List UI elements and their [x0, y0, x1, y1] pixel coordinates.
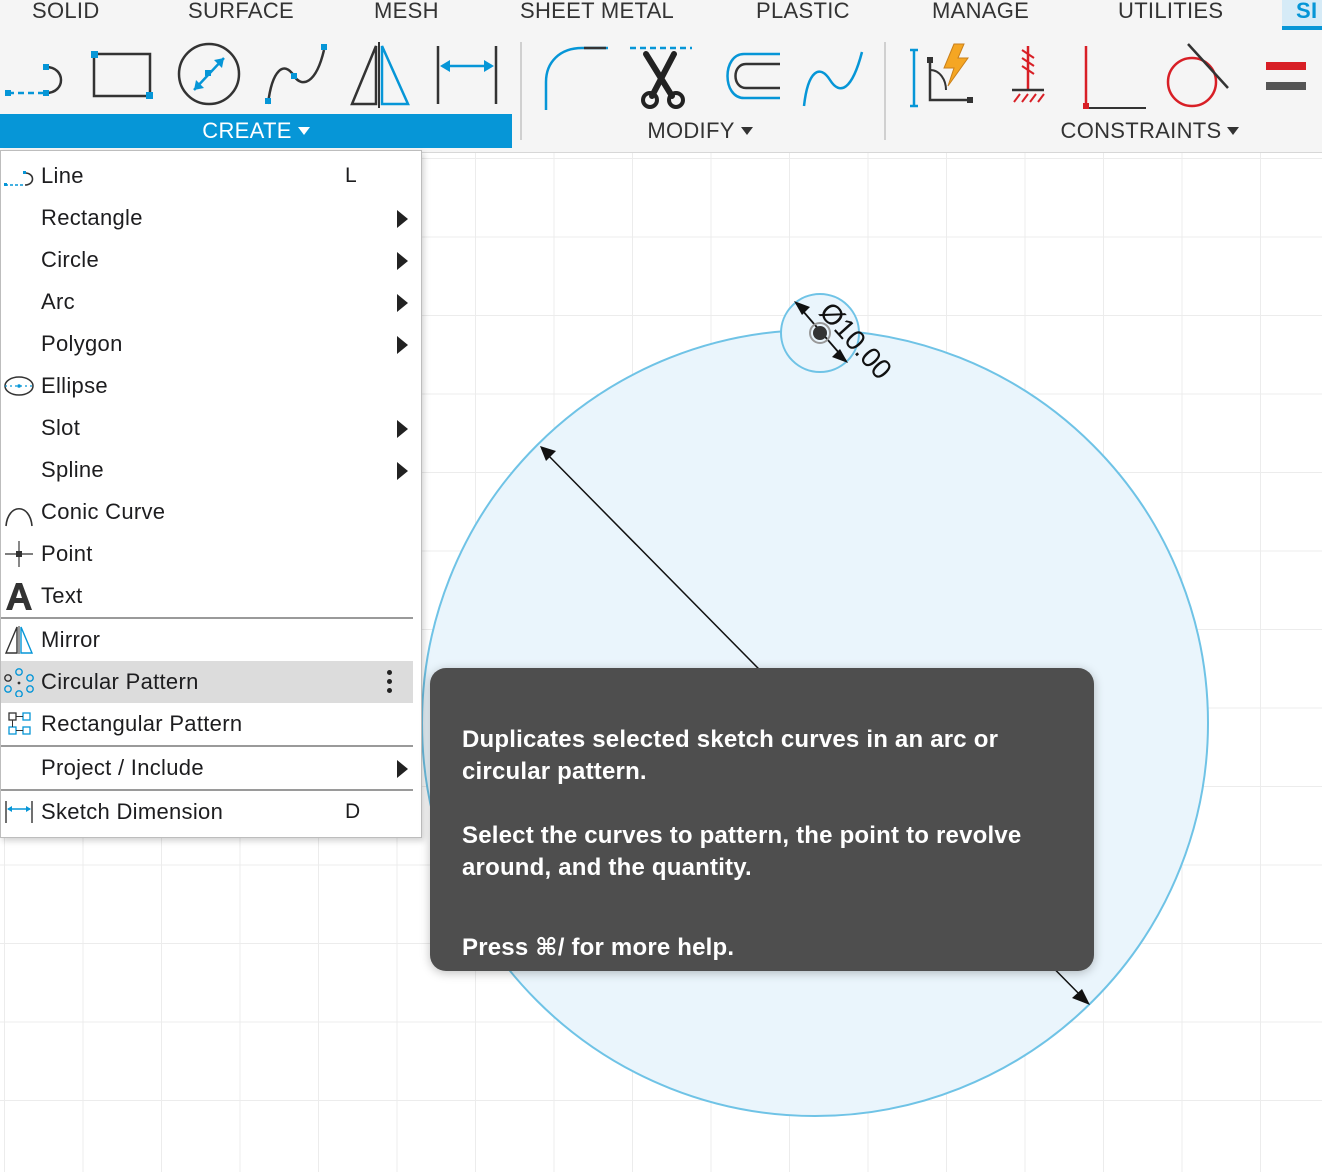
menu-item-rectangle[interactable]: Rectangle: [1, 197, 413, 239]
circular-pattern-icon: [3, 667, 35, 697]
tooltip-description: Duplicates selected sketch curves in an …: [462, 726, 999, 785]
menu-item-label: Ellipse: [41, 373, 108, 398]
menu-item-spline[interactable]: Spline: [1, 449, 413, 491]
menu-item-label: Rectangular Pattern: [41, 711, 243, 736]
spline-tool-icon[interactable]: [262, 40, 332, 110]
menu-item-line[interactable]: Line L: [1, 155, 413, 197]
mirror-icon: [3, 625, 35, 655]
menu-item-label: Sketch Dimension: [41, 799, 224, 824]
menu-item-slot[interactable]: Slot: [1, 407, 413, 449]
rectangle-tool-icon[interactable]: [86, 40, 156, 110]
tab-utilities[interactable]: UTILITIES: [1118, 0, 1223, 26]
modify-menu-button[interactable]: MODIFY: [560, 114, 840, 148]
point-icon: [3, 539, 35, 569]
menu-item-mirror[interactable]: Mirror: [1, 619, 413, 661]
create-menu-button[interactable]: CREATE: [0, 114, 512, 148]
dimension-tool-icon[interactable]: [432, 40, 502, 110]
create-dropdown-menu: Line L Rectangle Circle Arc Polygon Elli…: [0, 150, 422, 838]
fix-constraint-icon[interactable]: [994, 40, 1064, 110]
menu-item-label: Text: [41, 583, 83, 608]
tab-manage[interactable]: MANAGE: [932, 0, 1029, 26]
circle-tool-icon[interactable]: [174, 40, 244, 110]
menu-item-label: Spline: [41, 457, 104, 482]
toolbar-separator: [884, 42, 886, 140]
menu-item-arc[interactable]: Arc: [1, 281, 413, 323]
menu-item-point[interactable]: Point: [1, 533, 413, 575]
fillet-tool-icon[interactable]: [538, 40, 608, 110]
menu-item-label: Project / Include: [41, 755, 204, 780]
tangent-constraint-icon[interactable]: [1162, 40, 1232, 110]
submenu-arrow-icon: [397, 462, 408, 480]
rectangular-pattern-icon: [3, 709, 35, 739]
perpendicular-constraint-icon[interactable]: [1078, 40, 1148, 110]
submenu-arrow-icon: [397, 210, 408, 228]
tab-sketch[interactable]: SI: [1282, 0, 1322, 30]
conic-curve-icon: [3, 497, 35, 527]
submenu-arrow-icon: [397, 252, 408, 270]
tab-mesh[interactable]: MESH: [374, 0, 439, 26]
line-tool-icon[interactable]: [2, 40, 72, 110]
menu-item-label: Conic Curve: [41, 499, 166, 524]
trim-tool-icon[interactable]: [626, 40, 696, 110]
equal-constraint-icon[interactable]: [1250, 40, 1320, 110]
line-icon: [3, 161, 35, 191]
submenu-arrow-icon: [397, 336, 408, 354]
tooltip-help-hint: Press ⌘/ for more help.: [462, 934, 735, 961]
offset-tool-icon[interactable]: [712, 40, 782, 110]
workspace-tabs: SOLID SURFACE MESH SHEET METAL PLASTIC M…: [0, 0, 1322, 34]
menu-item-polygon[interactable]: Polygon: [1, 323, 413, 365]
menu-item-label: Line: [41, 163, 84, 188]
menu-item-shortcut: L: [345, 164, 357, 187]
menu-item-text[interactable]: Text: [1, 575, 413, 617]
sketch-dimension-icon: [3, 797, 35, 827]
auto-constrain-icon[interactable]: [906, 40, 976, 110]
menu-item-circle[interactable]: Circle: [1, 239, 413, 281]
menu-item-conic-curve[interactable]: Conic Curve: [1, 491, 413, 533]
menu-item-label: Point: [41, 541, 93, 566]
menu-item-label: Polygon: [41, 331, 123, 356]
constraints-menu-button[interactable]: CONSTRAINTS: [1020, 114, 1280, 148]
menu-item-label: Circle: [41, 247, 100, 272]
tab-surface[interactable]: SURFACE: [188, 0, 294, 26]
menu-item-ellipse[interactable]: Ellipse: [1, 365, 413, 407]
menu-item-label: Rectangle: [41, 205, 143, 230]
chevron-down-icon: [1227, 127, 1240, 135]
tab-sheet-metal[interactable]: SHEET METAL: [520, 0, 674, 26]
menu-item-project-include[interactable]: Project / Include: [1, 747, 413, 789]
menu-item-label: Arc: [41, 289, 75, 314]
toolbar-separator: [520, 42, 522, 140]
submenu-arrow-icon: [397, 294, 408, 312]
spline-modify-icon[interactable]: [798, 40, 868, 110]
tooltip-instructions: Select the curves to pattern, the point …: [462, 822, 1022, 881]
chevron-down-icon: [297, 127, 310, 135]
create-label: CREATE: [202, 118, 292, 143]
menu-item-sketch-dimension[interactable]: Sketch Dimension D: [1, 791, 413, 833]
command-tooltip: Duplicates selected sketch curves in an …: [430, 668, 1094, 971]
tab-solid[interactable]: SOLID: [32, 0, 100, 26]
modify-label: MODIFY: [647, 118, 735, 143]
menu-item-label: Mirror: [41, 627, 101, 652]
menu-item-label: Circular Pattern: [41, 669, 199, 694]
submenu-arrow-icon: [397, 420, 408, 438]
more-options-icon[interactable]: [385, 670, 393, 696]
toolbar: CREATE MODIFY CONSTRAINTS: [0, 34, 1322, 153]
submenu-arrow-icon: [397, 760, 408, 778]
text-icon: [3, 581, 35, 611]
menu-item-rectangular-pattern[interactable]: Rectangular Pattern: [1, 703, 413, 745]
menu-item-shortcut: D: [345, 800, 361, 823]
menu-item-label: Slot: [41, 415, 81, 440]
chevron-down-icon: [740, 127, 753, 135]
constraints-label: CONSTRAINTS: [1060, 118, 1222, 143]
tab-plastic[interactable]: PLASTIC: [756, 0, 850, 26]
ellipse-icon: [3, 371, 35, 401]
menu-item-circular-pattern[interactable]: Circular Pattern: [1, 661, 413, 703]
mirror-tool-icon[interactable]: [346, 40, 416, 110]
